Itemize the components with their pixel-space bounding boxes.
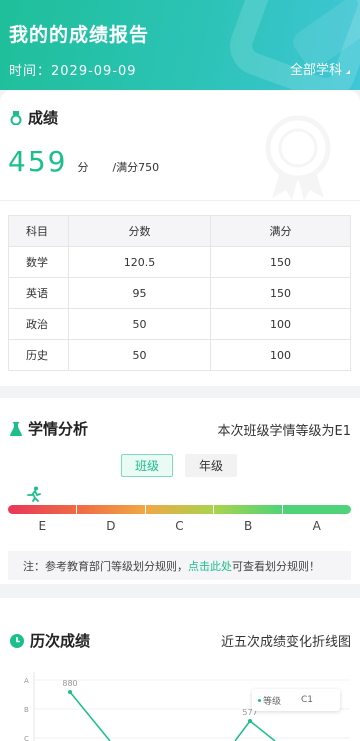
note-prefix: 注：参考教育部门等级划分规则， xyxy=(23,559,188,573)
grading-note: 注：参考教育部门等级划分规则， 点击此处 可查看划分规则！ xyxy=(8,551,351,580)
grade-segment-e xyxy=(8,505,76,514)
table-row: 英语 95 150 xyxy=(8,277,351,309)
score-section-title: 成绩 xyxy=(28,109,59,127)
note-suffix: 可查看划分规则！ xyxy=(232,559,320,573)
chart-tooltip: 等级 C1 xyxy=(252,689,340,711)
column-header-subject: 科目 xyxy=(8,215,69,247)
column-header-score: 分数 xyxy=(68,215,211,247)
medal-icon xyxy=(10,110,22,125)
legend-value: C1 xyxy=(301,695,314,705)
data-label: 880 xyxy=(62,679,77,688)
grade-label-a: A xyxy=(312,519,321,533)
grading-rules-link[interactable]: 点击此处 xyxy=(188,558,232,574)
grade-segment-c xyxy=(145,505,214,514)
history-subtitle: 近五次成绩变化折线图 xyxy=(220,635,351,650)
total-score: 459 分 /满分750 xyxy=(8,145,159,178)
runner-icon xyxy=(27,486,41,502)
report-header: 我的的成绩报告 时间：2029-09-09 全部学科 xyxy=(0,0,360,90)
history-section-title: 历次成绩 xyxy=(30,632,91,650)
legend-series: 等级 xyxy=(263,696,282,707)
total-score-value: 459 xyxy=(8,145,68,178)
history-section-header: 历次成绩 xyxy=(10,630,90,651)
analysis-tabs: 班级 年级 xyxy=(121,454,237,477)
analysis-card: 学情分析 本次班级学情等级为E1 班级 年级 E D C B A 注：参考教育部门等级划… xyxy=(0,398,360,584)
report-date: 时间：2029-09-09 xyxy=(9,64,137,79)
subject-filter-label: 全部学科 xyxy=(289,63,342,78)
cell-subject: 历史 xyxy=(8,339,69,371)
cell-score: 50 xyxy=(68,339,211,371)
data-point[interactable] xyxy=(248,719,252,723)
cell-subject: 数学 xyxy=(8,246,69,278)
y-tick-label: A xyxy=(24,677,29,685)
cell-score: 95 xyxy=(68,277,211,309)
cell-full: 100 xyxy=(210,339,351,371)
analysis-section-title: 学情分析 xyxy=(28,420,89,438)
analysis-summary: 本次班级学情等级为E1 xyxy=(217,424,352,439)
grade-labels: EDCBA xyxy=(8,519,351,533)
legend-marker xyxy=(258,698,261,702)
full-score-label: /满分750 xyxy=(112,161,160,174)
cell-subject: 政治 xyxy=(8,308,69,340)
divider xyxy=(0,200,360,201)
y-tick-label: C xyxy=(24,735,29,741)
grade-label-e: E xyxy=(38,519,47,533)
total-score-unit: 分 xyxy=(77,161,89,174)
y-tick-label: B xyxy=(24,706,29,714)
page-title: 我的的成绩报告 xyxy=(9,24,150,46)
score-section-header: 成绩 xyxy=(10,107,58,128)
grade-segment-a xyxy=(283,505,351,514)
analysis-section-header: 学情分析 xyxy=(10,418,88,439)
award-badge-icon xyxy=(265,115,331,200)
grade-label-b: B xyxy=(243,519,253,533)
data-point[interactable] xyxy=(68,690,72,694)
cell-score: 120.5 xyxy=(68,246,211,278)
dropdown-caret-icon xyxy=(346,69,350,74)
column-header-full: 满分 xyxy=(210,215,351,247)
tab-class[interactable]: 班级 xyxy=(121,454,173,477)
subject-filter-dropdown[interactable]: 全部学科 xyxy=(290,59,350,78)
score-card: 成绩 459 分 /满分750 科目 分数 满分 数学 120.5 150 英语 xyxy=(0,90,360,386)
table-header-row: 科目 分数 满分 xyxy=(8,215,351,247)
table-row: 历史 50 100 xyxy=(8,339,351,371)
grade-label-c: C xyxy=(175,519,184,533)
score-table: 科目 分数 满分 数学 120.5 150 英语 95 150 政治 50 10… xyxy=(8,215,351,371)
cell-full: 100 xyxy=(210,308,351,340)
cell-full: 150 xyxy=(210,277,351,309)
table-row: 数学 120.5 150 xyxy=(8,246,351,278)
flask-icon xyxy=(10,421,22,436)
table-row: 政治 50 100 xyxy=(8,308,351,340)
grade-segment-b xyxy=(214,505,283,514)
cell-full: 150 xyxy=(210,246,351,278)
clock-icon xyxy=(10,633,24,648)
grade-label-d: D xyxy=(106,519,116,533)
grade-level-bar xyxy=(8,505,351,514)
cell-subject: 英语 xyxy=(8,277,69,309)
grade-segment-d xyxy=(76,505,145,514)
tab-grade[interactable]: 年级 xyxy=(185,454,237,477)
cell-score: 50 xyxy=(68,308,211,340)
history-card: 历次成绩 近五次成绩变化折线图 A B C 880 577 等级 C1 xyxy=(0,598,360,741)
